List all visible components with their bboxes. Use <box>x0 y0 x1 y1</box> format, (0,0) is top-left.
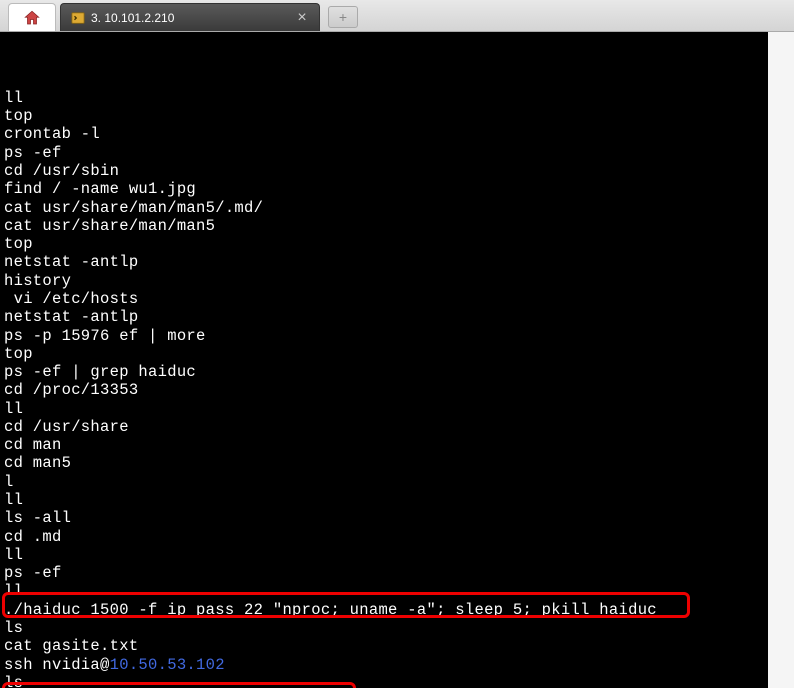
terminal-line: cd /usr/sbin <box>4 162 764 180</box>
plus-icon: + <box>339 9 347 25</box>
terminal-line: top <box>4 235 764 253</box>
terminal-line: ls <box>4 619 764 637</box>
terminal-line: crontab -l <box>4 125 764 143</box>
ip-address: 10.50.53.102 <box>110 656 225 674</box>
tab-close-button[interactable]: × <box>295 11 309 25</box>
terminal-line: netstat -antlp <box>4 253 764 271</box>
terminal-line: ps -ef <box>4 564 764 582</box>
terminal-line: cat usr/share/man/man5 <box>4 217 764 235</box>
terminal-line: ps -ef <box>4 144 764 162</box>
terminal-line: netstat -antlp <box>4 308 764 326</box>
terminal-line: ./haiduc 1500 -f ip pass 22 "nproc; unam… <box>4 601 764 619</box>
terminal-line: cd /proc/13353 <box>4 381 764 399</box>
terminal-line: vi /etc/hosts <box>4 290 764 308</box>
terminal-line: cd man <box>4 436 764 454</box>
terminal-line: find / -name wu1.jpg <box>4 180 764 198</box>
terminal-output[interactable]: lltopcrontab -lps -efcd /usr/sbinfind / … <box>0 32 768 688</box>
terminal-line: ll <box>4 546 764 564</box>
terminal-icon <box>71 11 85 25</box>
browser-tab-bar: 3. 10.101.2.210 × + <box>0 0 794 32</box>
terminal-line: cd /usr/share <box>4 418 764 436</box>
terminal-line: cat gasite.txt <box>4 637 764 655</box>
terminal-line: top <box>4 107 764 125</box>
terminal-line: ssh nvidia@10.50.53.102 <box>4 656 764 674</box>
new-tab-button[interactable]: + <box>328 6 358 28</box>
home-tab[interactable] <box>8 3 56 31</box>
terminal-line: cd .md <box>4 528 764 546</box>
terminal-line: ll <box>4 89 764 107</box>
terminal-line: ll <box>4 491 764 509</box>
terminal-line: ps -p 15976 ef | more <box>4 327 764 345</box>
terminal-line: ll <box>4 582 764 600</box>
terminal-line: top <box>4 345 764 363</box>
active-tab[interactable]: 3. 10.101.2.210 × <box>60 3 320 31</box>
terminal-line: cat usr/share/man/man5/.md/ <box>4 199 764 217</box>
terminal-line: ps -ef | grep haiduc <box>4 363 764 381</box>
terminal-line: cd man5 <box>4 454 764 472</box>
terminal-line: ls <box>4 674 764 688</box>
tab-title: 3. 10.101.2.210 <box>91 11 285 25</box>
terminal-line: ll <box>4 400 764 418</box>
terminal-line: history <box>4 272 764 290</box>
terminal-line: l <box>4 473 764 491</box>
home-icon <box>23 9 41 27</box>
terminal-line: ls -all <box>4 509 764 527</box>
